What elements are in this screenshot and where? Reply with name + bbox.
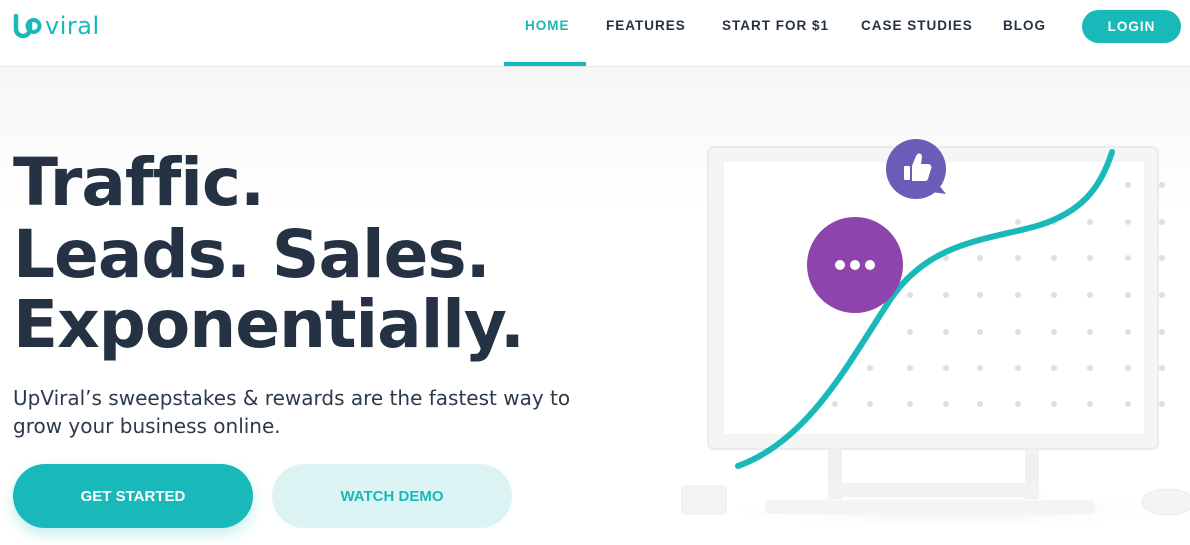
- chat-bubble-icon: [807, 217, 903, 313]
- nav-item-start-for-1[interactable]: START FOR $1: [722, 18, 829, 33]
- hero-headline-line-2: Leads. Sales.: [13, 216, 491, 293]
- get-started-button[interactable]: GET STARTED: [13, 464, 253, 528]
- upviral-logo[interactable]: viral: [13, 12, 100, 42]
- watch-demo-button[interactable]: WATCH DEMO: [272, 464, 512, 528]
- top-navbar: viral HOME FEATURES START FOR $1 CASE ST…: [0, 0, 1190, 67]
- hero-subtext: UpViral’s sweepstakes & rewards are the …: [13, 386, 571, 438]
- thumbs-up-icon: [886, 139, 946, 199]
- nav-item-case-studies[interactable]: CASE STUDIES: [861, 18, 973, 33]
- nav-item-home[interactable]: HOME: [525, 18, 570, 33]
- hero-illustration: [660, 120, 1190, 540]
- logo-text: viral: [45, 12, 100, 40]
- active-nav-indicator: [504, 62, 586, 66]
- nav-item-features[interactable]: FEATURES: [606, 18, 686, 33]
- login-button[interactable]: LOGIN: [1082, 10, 1181, 43]
- hero-headline-line-1: Traffic.: [13, 144, 265, 221]
- hero-headline-line-3: Exponentially.: [13, 286, 525, 363]
- upviral-logo-icon: [13, 12, 43, 42]
- nav-item-blog[interactable]: BLOG: [1003, 18, 1046, 33]
